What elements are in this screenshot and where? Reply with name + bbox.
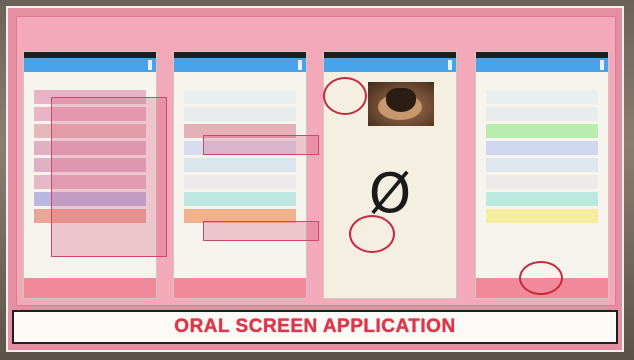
list-hint [476, 79, 608, 86]
highlight-circle [349, 215, 395, 253]
empty-result-icon: Ø [368, 162, 412, 225]
list-item[interactable] [184, 90, 296, 104]
list-item[interactable] [486, 175, 598, 189]
list-item[interactable] [184, 192, 296, 206]
caption-banner: ORAL SCREEN APPLICATION [12, 310, 618, 344]
highlight-box [51, 97, 167, 257]
list-item[interactable] [486, 192, 598, 206]
list-item[interactable] [486, 141, 598, 155]
oral-photo [368, 82, 434, 126]
overflow-menu-icon[interactable] [600, 60, 604, 70]
overflow-menu-icon[interactable] [298, 60, 302, 70]
highlight-box [203, 135, 319, 155]
overflow-menu-icon[interactable] [148, 60, 152, 70]
list-item[interactable] [486, 90, 598, 104]
list-item[interactable] [486, 209, 598, 223]
phone-screen-2 [173, 51, 307, 299]
app-title-bar [174, 58, 306, 72]
poster: Ø ORAL SCREEN APPLICATION [6, 6, 624, 352]
list-item[interactable] [184, 107, 296, 121]
app-title-bar [24, 58, 156, 72]
screens-panel: Ø [16, 16, 616, 306]
app-title-bar [324, 58, 456, 72]
bottom-action-button[interactable] [174, 278, 306, 298]
app-title-bar [476, 58, 608, 72]
overflow-menu-icon[interactable] [448, 60, 452, 70]
highlight-box [203, 221, 319, 241]
list-item[interactable] [486, 158, 598, 172]
clear-button[interactable] [404, 234, 434, 248]
list-item[interactable] [486, 124, 598, 138]
condition-list [184, 90, 296, 223]
condition-list [486, 90, 598, 223]
list-item[interactable] [184, 158, 296, 172]
bottom-action-button[interactable] [24, 278, 156, 298]
caption-title: ORAL SCREEN APPLICATION [174, 316, 456, 337]
list-item[interactable] [486, 107, 598, 121]
highlight-circle [323, 77, 367, 115]
list-hint [24, 79, 156, 86]
highlight-circle [519, 261, 563, 295]
list-hint [174, 79, 306, 86]
list-item[interactable] [184, 175, 296, 189]
